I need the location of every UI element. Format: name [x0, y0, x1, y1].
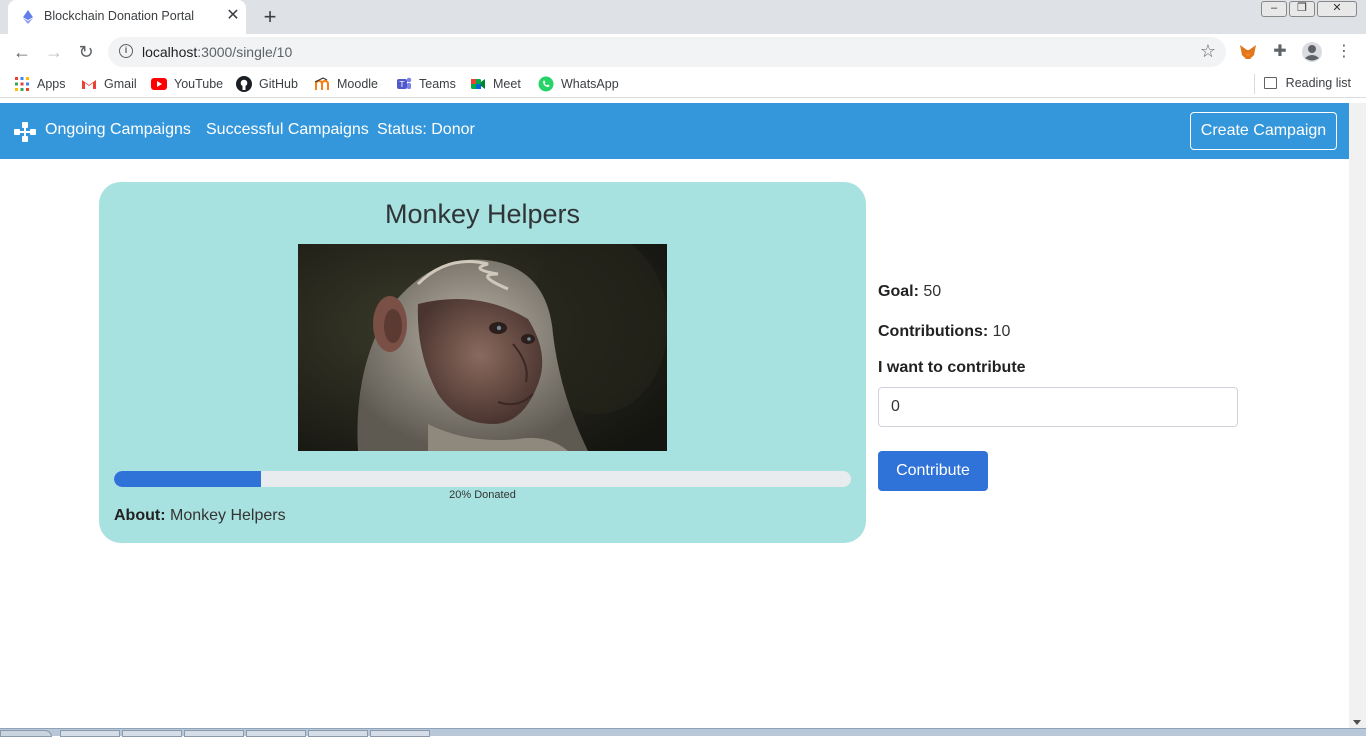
os-taskbar	[0, 728, 1366, 737]
network-icon[interactable]	[14, 122, 36, 142]
bookmarks-bar: Apps Gmail YouTube GitHub Moodle T Teams…	[0, 70, 1366, 98]
bookmark-apps[interactable]: Apps	[14, 76, 66, 92]
restore-button[interactable]: ❐	[1289, 1, 1315, 17]
gmail-icon	[82, 80, 96, 89]
bookmark-label: YouTube	[174, 77, 224, 91]
bookmark-meet[interactable]: Meet	[470, 76, 521, 92]
goal-info: Goal: 50	[878, 283, 941, 301]
campaign-image	[298, 244, 667, 451]
browser-tab[interactable]: Blockchain Donation Portal ✕	[8, 0, 246, 34]
forward-arrow-icon[interactable]: →	[41, 39, 67, 65]
bookmark-label: Moodle	[337, 77, 378, 91]
about-label: About:	[114, 507, 166, 524]
url-path: :3000/single/10	[197, 44, 293, 60]
profile-avatar-icon[interactable]	[1300, 40, 1324, 64]
create-campaign-button[interactable]: Create Campaign	[1190, 112, 1337, 150]
campaign-title: Monkey Helpers	[384, 199, 581, 229]
bookmarks-separator	[1254, 74, 1255, 94]
svg-text:T: T	[399, 80, 405, 89]
bookmark-star-icon[interactable]: ☆	[1200, 41, 1216, 62]
bookmark-gmail[interactable]: Gmail	[81, 76, 137, 92]
nav-successful-campaigns[interactable]: Successful Campaigns	[206, 121, 369, 139]
campaign-card: Monkey Helpers 20% Donated About: Monkey…	[99, 182, 866, 543]
donation-progress-bar	[114, 471, 851, 487]
moodle-icon	[314, 77, 329, 90]
bookmark-teams[interactable]: T Teams	[396, 76, 456, 92]
contribute-amount-input[interactable]	[878, 387, 1238, 427]
contribute-button[interactable]: Contribute	[878, 451, 988, 491]
bookmark-youtube[interactable]: YouTube	[151, 76, 223, 92]
github-icon	[236, 76, 252, 92]
apps-grid-icon	[15, 77, 29, 91]
page-scrollbar[interactable]	[1349, 103, 1366, 728]
browser-toolbar: ← → ↻ i localhost:3000/single/10 ☆ ✚ ⋮	[0, 34, 1366, 70]
reload-icon[interactable]: ↻	[73, 39, 99, 65]
contributions-value: 10	[992, 323, 1011, 340]
window-close-button[interactable]: ✕	[1317, 1, 1357, 17]
teams-icon: T	[397, 77, 412, 89]
contribute-amount-label: I want to contribute	[878, 359, 1026, 376]
campaign-about: About: Monkey Helpers	[114, 507, 286, 525]
close-tab-icon[interactable]: ✕	[224, 7, 242, 25]
reading-list-label: Reading list	[1285, 76, 1351, 90]
browser-menu-icon[interactable]: ⋮	[1332, 40, 1356, 64]
app-navbar: Ongoing Campaigns Successful Campaigns S…	[0, 103, 1349, 159]
scroll-down-arrow-icon[interactable]	[1353, 720, 1361, 725]
bookmark-github[interactable]: GitHub	[236, 76, 298, 92]
browser-tab-bar: Blockchain Donation Portal ✕ + – ❐ ✕	[0, 0, 1366, 34]
url-host: localhost	[142, 44, 198, 60]
back-arrow-icon[interactable]: ←	[9, 39, 35, 65]
about-text: Monkey Helpers	[169, 507, 286, 524]
goal-value: 50	[923, 283, 942, 300]
youtube-icon	[151, 78, 167, 90]
tab-title: Blockchain Donation Portal	[44, 9, 195, 23]
bookmark-whatsapp[interactable]: WhatsApp	[538, 76, 619, 92]
new-tab-button[interactable]: +	[256, 4, 284, 32]
bookmark-label: Gmail	[104, 77, 137, 91]
site-info-icon[interactable]: i	[119, 44, 133, 58]
bookmark-moodle[interactable]: Moodle	[314, 76, 378, 92]
nav-status[interactable]: Status: Donor	[377, 121, 475, 139]
goal-label: Goal:	[878, 283, 919, 300]
bookmark-label: Meet	[493, 77, 521, 91]
bookmark-label: GitHub	[259, 77, 298, 91]
ethereum-icon	[23, 10, 33, 24]
whatsapp-icon	[538, 76, 554, 92]
url-text: localhost:3000/single/10	[142, 44, 292, 60]
meet-icon	[471, 79, 485, 89]
minimize-button[interactable]: –	[1261, 1, 1287, 17]
bookmark-label: WhatsApp	[561, 77, 619, 91]
bookmark-label: Apps	[37, 77, 66, 91]
contributions-label: Contributions:	[878, 323, 989, 340]
address-bar[interactable]: i localhost:3000/single/10 ☆	[108, 37, 1226, 67]
donation-progress-fill	[114, 471, 262, 487]
progress-label: 20% Donated	[449, 489, 516, 501]
reading-list-icon	[1263, 77, 1277, 89]
nav-ongoing-campaigns[interactable]: Ongoing Campaigns	[45, 121, 191, 139]
reading-list-button[interactable]: Reading list	[1263, 76, 1351, 90]
bookmark-label: Teams	[419, 77, 456, 91]
contributions-info: Contributions: 10	[878, 323, 1010, 341]
metamask-fox-icon[interactable]	[1236, 40, 1260, 64]
extensions-puzzle-icon[interactable]: ✚	[1268, 40, 1292, 64]
